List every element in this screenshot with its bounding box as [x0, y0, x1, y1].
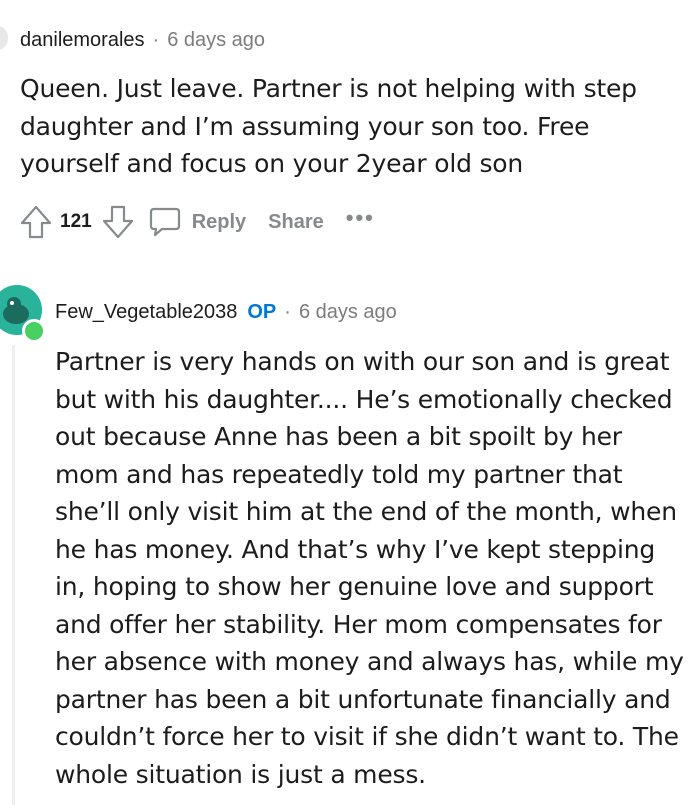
reply-button[interactable]: Reply [192, 211, 246, 234]
comment-meta: Few_Vegetable2038 OP · 6 days ago [55, 297, 397, 327]
vote-count: 121 [60, 211, 92, 232]
avatar[interactable] [0, 26, 8, 50]
comment-body: Queen. Just leave. Partner is not helpin… [20, 74, 637, 178]
comment-body: Partner is very hands on with our son an… [55, 347, 684, 789]
comment-author[interactable]: danilemorales [20, 29, 145, 52]
comment-timestamp[interactable]: 6 days ago [299, 301, 397, 324]
thread-line[interactable] [12, 345, 15, 805]
speech-bubble-icon[interactable] [148, 206, 182, 238]
downvote-arrow-icon[interactable] [102, 204, 134, 240]
comment-meta: danilemorales · 6 days ago [20, 25, 265, 55]
share-button[interactable]: Share [268, 211, 324, 234]
meta-separator: · [152, 28, 160, 51]
comment-author[interactable]: Few_Vegetable2038 [55, 301, 237, 324]
op-badge: OP [247, 300, 277, 323]
upvote-arrow-icon[interactable] [20, 204, 52, 240]
comment-actions: 121 Reply Share ••• [20, 200, 375, 244]
comment-timestamp[interactable]: 6 days ago [167, 29, 265, 52]
more-dots-icon[interactable]: ••• [346, 205, 375, 231]
meta-separator: · [284, 300, 291, 323]
online-status-dot [22, 319, 46, 343]
